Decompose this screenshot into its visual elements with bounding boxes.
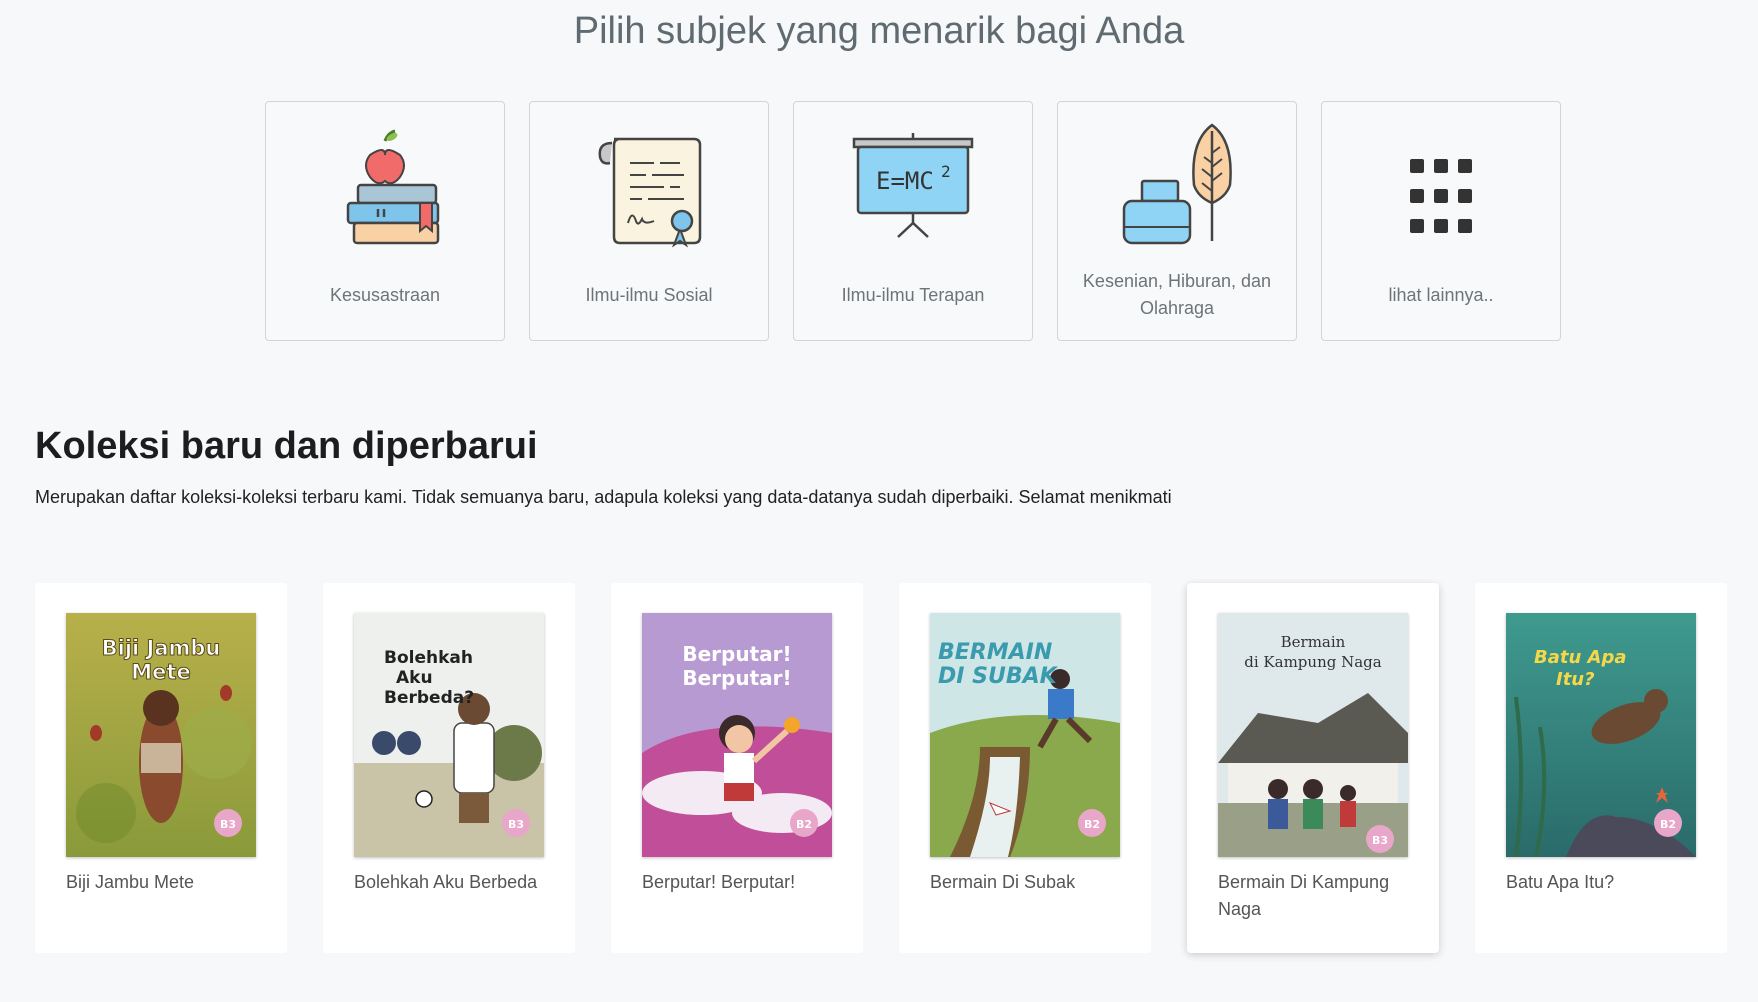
cover-title: Batu Apa — [1534, 647, 1627, 668]
book-title[interactable]: Biji Jambu Mete — [66, 869, 256, 896]
grid-dots-icon — [1371, 120, 1511, 255]
subject-label: Kesenian, Hiburan, dan Olahraga — [1082, 271, 1272, 318]
subject-list: Kesusastraan Ilmu-ilmu Sosial E=MC 2 Ilm… — [265, 101, 1561, 341]
books-apple-icon — [315, 120, 455, 255]
cover-title: Bermain — [1281, 633, 1346, 651]
cover-title: Berputar! — [682, 666, 791, 690]
level-badge: B3 — [508, 818, 524, 831]
book-cover-image[interactable]: Bolehkah Aku Berbeda? B3 — [354, 613, 544, 857]
collection-description: Merupakan daftar koleksi-koleksi terbaru… — [35, 487, 1172, 507]
subject-card-ilmu-sosial[interactable]: Ilmu-ilmu Sosial — [529, 101, 769, 341]
book-list: Biji Jambu Mete B3 Biji Jambu Mete Boleh… — [35, 583, 1727, 953]
cover-title: Mete — [131, 660, 190, 684]
cover-title: Berbeda? — [384, 688, 474, 708]
book-title[interactable]: Batu Apa Itu? — [1506, 869, 1696, 896]
book-card[interactable]: Batu Apa Itu? B2 Batu Apa Itu? — [1475, 583, 1727, 953]
book-title[interactable]: Bermain Di Kampung Naga — [1218, 869, 1408, 923]
book-cover-image[interactable]: Berputar! Berputar! B2 — [642, 613, 832, 857]
cover-title: di Kampung Naga — [1244, 653, 1382, 671]
subject-label: Ilmu-ilmu Terapan — [841, 284, 985, 305]
level-badge: B3 — [1372, 834, 1388, 847]
level-badge: B2 — [796, 818, 812, 831]
cover-title: Bolehkah — [384, 648, 473, 668]
subject-card-kesenian[interactable]: Kesenian, Hiburan, dan Olahraga — [1057, 101, 1297, 341]
book-title[interactable]: Berputar! Berputar! — [642, 869, 832, 896]
cover-title: Biji Jambu — [102, 636, 221, 660]
book-title[interactable]: Bermain Di Subak — [930, 869, 1120, 896]
level-badge: B2 — [1084, 818, 1100, 831]
cover-title: DI SUBAK — [938, 664, 1059, 689]
book-card[interactable]: Biji Jambu Mete B3 Biji Jambu Mete — [35, 583, 287, 953]
subject-label: Ilmu-ilmu Sosial — [585, 284, 713, 305]
book-cover-image[interactable]: Bermain di Kampung Naga B3 — [1218, 613, 1408, 857]
level-badge: B2 — [1660, 818, 1676, 831]
subject-card-more[interactable]: lihat lainnya.. — [1321, 101, 1561, 341]
subject-card-kesusastraan[interactable]: Kesusastraan — [265, 101, 505, 341]
book-card[interactable]: Bolehkah Aku Berbeda? B3 Bolehkah Aku Be… — [323, 583, 575, 953]
book-card[interactable]: BERMAIN DI SUBAK B2 Bermain Di Subak — [899, 583, 1151, 953]
level-badge: B3 — [220, 818, 236, 831]
formula-board-icon: E=MC 2 — [843, 120, 983, 255]
subjects-heading: Pilih subjek yang menarik bagi Anda — [573, 10, 1185, 52]
book-card[interactable]: Berputar! Berputar! B2 Berputar! Berputa… — [611, 583, 863, 953]
certificate-scroll-icon — [579, 120, 719, 255]
book-cover-image[interactable]: Batu Apa Itu? B2 — [1506, 613, 1696, 857]
svg-text:E=MC: E=MC — [876, 167, 934, 195]
subject-card-ilmu-terapan[interactable]: E=MC 2 Ilmu-ilmu Terapan — [793, 101, 1033, 341]
cover-title: Berputar! — [682, 642, 791, 666]
book-card[interactable]: Bermain di Kampung Naga B3 Bermain Di Ka… — [1187, 583, 1439, 953]
collection-title: Koleksi baru dan diperbarui — [35, 425, 538, 467]
cover-title: Aku — [396, 668, 433, 688]
svg-text:2: 2 — [941, 162, 951, 181]
book-cover-image[interactable]: Biji Jambu Mete B3 — [66, 613, 256, 857]
book-cover-image[interactable]: BERMAIN DI SUBAK B2 — [930, 613, 1120, 857]
ink-quill-icon — [1107, 120, 1247, 255]
book-title[interactable]: Bolehkah Aku Berbeda — [354, 869, 544, 896]
subject-label: lihat lainnya.. — [1388, 284, 1494, 305]
cover-title: Itu? — [1556, 669, 1595, 690]
subject-label: Kesusastraan — [329, 284, 441, 305]
cover-title: BERMAIN — [938, 640, 1052, 665]
